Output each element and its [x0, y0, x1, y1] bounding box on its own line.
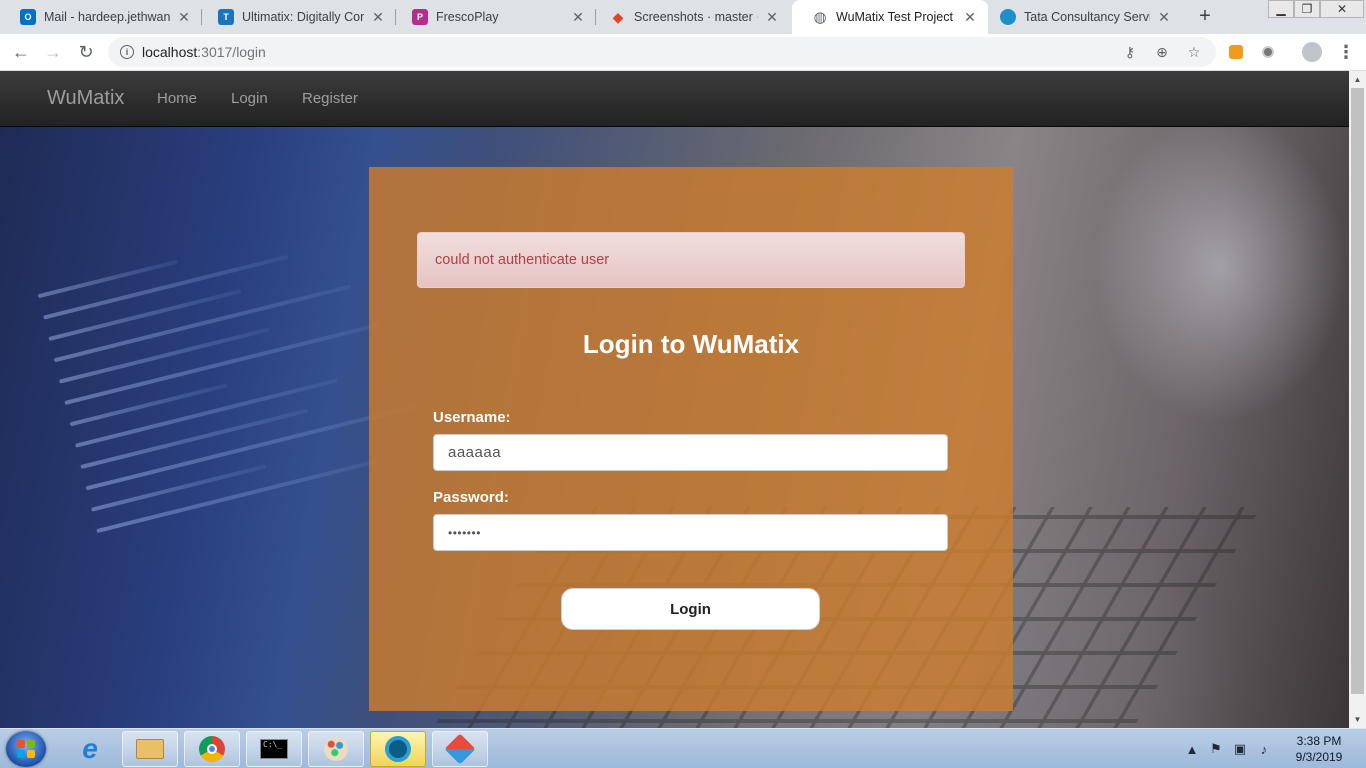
internet-explorer-icon[interactable]: e — [62, 731, 118, 767]
back-button[interactable]: ← — [9, 40, 33, 64]
zoom-icon[interactable]: ⊕ — [1154, 44, 1170, 60]
page-viewport: WuMatix Home Login Register could not au… — [0, 71, 1349, 728]
clock-time: 3:38 PM — [1296, 734, 1342, 748]
key-icon[interactable]: ⚷ — [1122, 44, 1138, 60]
nav-login[interactable]: Login — [231, 90, 268, 107]
command-prompt-icon[interactable]: C:\_ — [246, 731, 302, 767]
tab-title: Mail - hardeep.jethwani@ — [44, 10, 170, 24]
clock-date: 9/3/2019 — [1295, 750, 1343, 764]
password-input[interactable]: ••••••• — [433, 514, 948, 551]
address-bar[interactable]: i localhost:3017/login ⚷ ⊕ ☆ — [108, 37, 1216, 67]
profile-avatar-icon[interactable] — [1300, 40, 1324, 64]
frescoplay-icon: P — [412, 9, 428, 25]
login-button[interactable]: Login — [561, 588, 820, 630]
reload-button[interactable]: ↻ — [74, 40, 98, 64]
tata-icon: T — [218, 9, 234, 25]
page-title: Login to WuMatix — [582, 329, 800, 359]
tab-mail[interactable]: O Mail - hardeep.jethwani@ ✕ — [0, 0, 202, 34]
close-icon[interactable]: ✕ — [370, 9, 386, 26]
taskbar: e C:\_ ▲ ⚑ ▣ ♪ 3:38 PM 9/3/2019 — [0, 728, 1366, 768]
tcs-app-icon[interactable] — [370, 731, 426, 767]
extension-icon[interactable] — [1224, 40, 1248, 64]
tab-gitlab[interactable]: ◆ Screenshots · master · Ha ✕ — [590, 0, 790, 34]
page-scrollbar[interactable]: ▲ ▼ — [1349, 71, 1366, 728]
nav-home[interactable]: Home — [157, 90, 197, 107]
new-tab-button[interactable]: + — [1194, 5, 1216, 27]
close-icon[interactable]: ✕ — [764, 9, 780, 26]
tab-title: WuMatix Test Project — [836, 10, 953, 24]
forward-button[interactable]: → — [41, 40, 65, 64]
scroll-down-icon[interactable]: ▼ — [1349, 711, 1366, 728]
file-explorer-icon[interactable] — [122, 731, 178, 767]
star-icon[interactable]: ☆ — [1186, 44, 1202, 60]
taskbar-clock[interactable]: 3:38 PM 9/3/2019 — [1284, 733, 1354, 765]
tab-frescoplay[interactable]: P FrescoPlay ✕ — [392, 0, 596, 34]
username-label: Username: — [433, 409, 511, 426]
close-window-button[interactable]: ✕ — [1320, 0, 1364, 18]
tab-tcs[interactable]: Tata Consultancy Service ✕ — [980, 0, 1182, 34]
git-icon[interactable] — [432, 731, 488, 767]
brand-logo[interactable]: WuMatix — [47, 87, 124, 110]
menu-icon[interactable]: ⋮ — [1334, 40, 1358, 64]
login-panel: could not authenticate user Login to WuM… — [369, 167, 1013, 711]
close-icon[interactable]: ✕ — [176, 9, 192, 26]
nav-register[interactable]: Register — [302, 90, 358, 107]
top-navbar: WuMatix Home Login Register — [0, 71, 1349, 127]
extension-circle-icon[interactable] — [1256, 40, 1280, 64]
tab-ultimatix[interactable]: T Ultimatix: Digitally Conne ✕ — [198, 0, 396, 34]
volume-icon[interactable]: ♪ — [1256, 741, 1272, 757]
close-icon[interactable]: ✕ — [1156, 9, 1172, 26]
show-hidden-icons-icon[interactable]: ▲ — [1184, 741, 1200, 757]
url-host: localhost — [142, 44, 198, 60]
tab-strip: O Mail - hardeep.jethwani@ ✕ T Ultimatix… — [0, 0, 1366, 34]
outlook-icon: O — [20, 9, 36, 25]
restore-button[interactable]: ❐ — [1294, 0, 1320, 18]
globe-icon: ◍ — [813, 9, 827, 26]
password-label: Password: — [433, 489, 509, 506]
flag-icon[interactable]: ⚑ — [1208, 741, 1224, 757]
gitlab-icon: ◆ — [612, 8, 624, 25]
tab-title: Ultimatix: Digitally Conne — [242, 10, 364, 24]
username-input[interactable]: aaaaaa — [433, 434, 948, 471]
tab-title: Screenshots · master · Ha — [634, 10, 758, 24]
network-icon[interactable]: ▣ — [1232, 741, 1248, 757]
url-path: :3017/login — [197, 44, 266, 60]
browser-toolbar: ← → ↻ i localhost:3017/login ⚷ ⊕ ☆ ⋮ — [0, 34, 1366, 71]
error-alert: could not authenticate user — [417, 232, 965, 288]
start-button[interactable] — [6, 731, 46, 767]
minimize-button[interactable]: ▁ — [1268, 0, 1294, 18]
tab-title: Tata Consultancy Service — [1024, 10, 1150, 24]
paint-icon[interactable] — [308, 731, 364, 767]
windows-logo-icon — [17, 740, 35, 758]
scroll-thumb[interactable] — [1351, 88, 1364, 694]
scroll-up-icon[interactable]: ▲ — [1349, 71, 1366, 88]
tab-title: FrescoPlay — [436, 10, 499, 24]
close-icon[interactable]: ✕ — [570, 9, 586, 26]
info-icon[interactable]: i — [120, 45, 134, 59]
tcs-icon — [1000, 9, 1016, 25]
tab-wumatix[interactable]: ◍ WuMatix Test Project ✕ — [792, 0, 988, 34]
close-icon[interactable]: ✕ — [962, 9, 978, 26]
chrome-icon[interactable] — [184, 731, 240, 767]
